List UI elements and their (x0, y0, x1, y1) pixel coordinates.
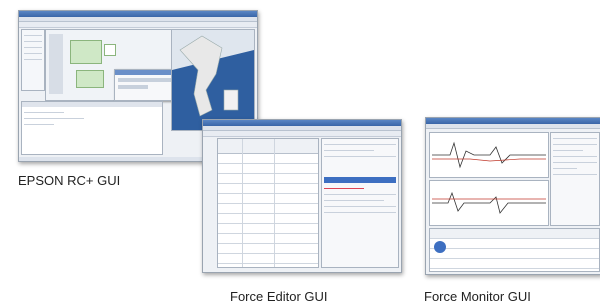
epson-project-tree (21, 29, 45, 91)
epson-toolbar (19, 22, 257, 28)
force-monitor-table (429, 228, 600, 272)
force-editor-toolbar (203, 131, 401, 137)
property-selected-row (324, 177, 396, 183)
editor-green-block-2 (76, 70, 104, 88)
force-monitor-menubar (426, 124, 600, 129)
robot-arm-graphic (172, 30, 254, 130)
editor-gutter (49, 34, 63, 94)
force-monitor-graph-1 (429, 132, 549, 178)
editor-node (104, 44, 116, 56)
epson-robot-3d-view (171, 29, 255, 131)
force-monitor-screenshot (425, 117, 600, 275)
monitor-indicator-icon (434, 241, 446, 253)
force-editor-properties (321, 138, 399, 268)
caption-epson: EPSON RC+ GUI (18, 173, 121, 188)
force-editor-table (217, 138, 319, 268)
caption-force-editor: Force Editor GUI (230, 289, 328, 304)
force-monitor-settings (550, 132, 600, 226)
epson-popup-dialog (114, 69, 176, 101)
editor-green-block (70, 40, 102, 64)
force-monitor-graph-2 (429, 180, 549, 226)
epson-output-pane (21, 101, 163, 155)
caption-force-monitor: Force Monitor GUI (424, 289, 531, 304)
force-editor-screenshot (202, 119, 402, 273)
